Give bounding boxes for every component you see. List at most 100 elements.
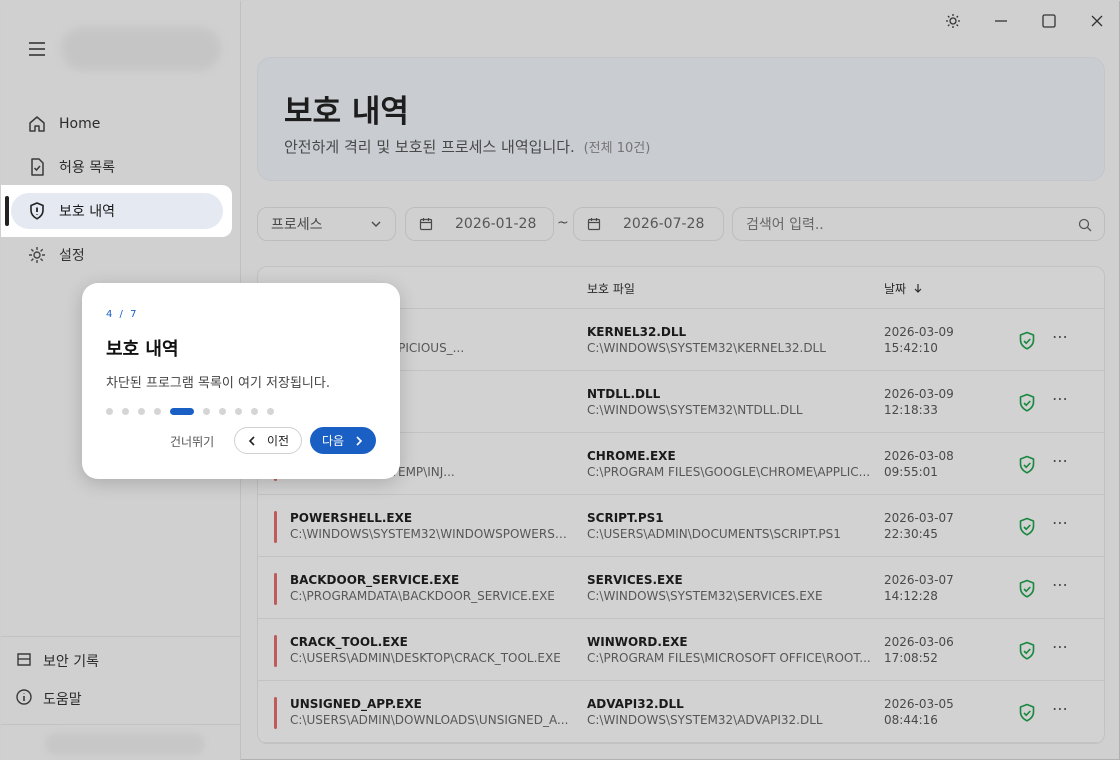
calendar-icon [419,218,433,231]
page-subtitle-text: 안전하게 격리 및 보호된 프로세스 내역입니다. [284,138,575,156]
sidebar-item-home[interactable]: Home [11,106,223,142]
more-options-icon[interactable]: ⋯ [1052,513,1069,532]
sun-icon [946,14,960,28]
type-select-value: 프로세스 [271,217,323,233]
protected-file-path: C:\PROGRAM FILES\GOOGLE\CHROME\APPLIC... [587,465,871,479]
shield-check-icon [1019,579,1035,598]
tour-progress-dots [106,407,283,415]
page-subtitle: 안전하게 격리 및 보호된 프로세스 내역입니다. (전체 10건) [284,136,650,157]
process-name: CRACK_TOOL.EXE [290,635,408,649]
event-time: 12:18:33 [884,403,938,417]
sidebar-item-label: Home [59,116,101,132]
more-options-icon[interactable]: ⋯ [1052,327,1069,346]
home-icon [21,114,53,134]
table-row[interactable]: UNSIGNED_APP.EXE C:\USERS\ADMIN\DOWNLOADS… [258,681,1104,743]
date-range-separator: ~ [557,215,569,231]
filter-bar: 프로세스 2026-01-28 ~ 2026-07-28 검색어 입력.. [257,207,1105,241]
sidebar-item-label: 설정 [59,248,85,264]
event-time: 22:30:45 [884,527,938,541]
tour-next-button[interactable]: 다음 [310,427,376,454]
maximize-button[interactable] [1025,1,1073,41]
sidebar-divider [1,636,240,637]
file-check-icon [21,157,53,177]
sidebar-footer-help[interactable]: 도움말 [15,683,82,715]
titlebar [1,1,1119,41]
search-input[interactable]: 검색어 입력.. [732,207,1105,241]
calendar-icon [587,218,601,231]
shield-check-icon [1019,331,1035,350]
sidebar-user-blurred [45,733,205,755]
table-row[interactable]: POWERSHELL.EXE C:\WINDOWS\SYSTEM32\WINDOW… [258,495,1104,557]
more-options-icon[interactable]: ⋯ [1052,451,1069,470]
threat-indicator-bar [274,635,277,667]
more-options-icon[interactable]: ⋯ [1052,637,1069,656]
threat-indicator-bar [274,511,277,543]
page-header: 보호 내역 안전하게 격리 및 보호된 프로세스 내역입니다. (전체 10건) [257,57,1105,181]
event-time: 09:55:01 [884,465,938,479]
tour-progress-dot [251,407,258,415]
close-button[interactable] [1073,1,1120,41]
tour-progress-dot [235,407,242,415]
protected-file-path: C:\WINDOWS\SYSTEM32\SERVICES.EXE [587,589,823,603]
threat-indicator-bar [274,697,277,729]
sidebar-item-protection-history[interactable]: 보호 내역 [11,193,223,229]
table-row[interactable]: BACKDOOR_SERVICE.EXE C:\PROGRAMDATA\BACKD… [258,557,1104,619]
more-options-icon[interactable]: ⋯ [1052,699,1069,718]
event-date: 2026-03-09 [884,387,954,401]
event-date: 2026-03-07 [884,511,954,525]
minimize-button[interactable] [977,1,1025,41]
tour-progress-dot [267,407,274,415]
sidebar-item-settings[interactable]: 설정 [11,237,223,273]
column-header-file[interactable]: 보호 파일 [587,280,635,297]
tour-progress-dot [170,407,194,415]
shield-alert-icon [21,201,53,221]
gear-icon [21,245,53,265]
tour-prev-label: 이전 [266,434,290,448]
more-options-icon[interactable]: ⋯ [1052,575,1069,594]
total-count: (전체 10건) [583,141,651,156]
sidebar-item-allowlist[interactable]: 허용 목록 [11,149,223,185]
more-options-icon[interactable]: ⋯ [1052,389,1069,408]
event-date: 2026-03-09 [884,325,954,339]
date-to-field[interactable]: 2026-07-28 [573,207,724,241]
close-icon [1091,15,1103,27]
event-date: 2026-03-08 [884,449,954,463]
shield-check-icon [1019,517,1035,536]
search-placeholder: 검색어 입력.. [746,217,824,233]
protected-file-name: NTDLL.DLL [587,387,661,401]
tour-progress-dot [219,407,226,415]
page-title: 보호 내역 [284,94,409,130]
protected-file-path: C:\WINDOWS\SYSTEM32\NTDLL.DLL [587,403,803,417]
event-date: 2026-03-07 [884,573,954,587]
protected-file-name: SERVICES.EXE [587,573,683,587]
type-select[interactable]: 프로세스 [257,207,396,241]
date-to-value: 2026-07-28 [623,216,705,232]
process-path: C:\PROGRAMDATA\BACKDOOR_SERVICE.EXE [290,589,555,603]
tour-title: 보호 내역 [106,339,179,360]
hamburger-icon [29,42,45,56]
shield-check-icon [1019,455,1035,474]
tour-skip-button[interactable]: 건너뛰기 [170,433,214,450]
theme-toggle-button[interactable] [929,1,977,41]
process-name: POWERSHELL.EXE [290,511,413,525]
protected-file-name: ADVAPI32.DLL [587,697,684,711]
protected-file-name: WINWORD.EXE [587,635,688,649]
table-row[interactable]: CRACK_TOOL.EXE C:\USERS\ADMIN\DESKTOP\CRA… [258,619,1104,681]
column-header-date[interactable]: 날짜 [884,280,923,297]
shield-check-icon [1019,393,1035,412]
process-path: C:\USERS\ADMIN\DESKTOP\CRACK_TOOL.EXE [290,651,561,665]
protected-file-path: C:\PROGRAM FILES\MICROSOFT OFFICE\ROOT..… [587,651,871,665]
chevron-right-icon [356,435,363,446]
event-time: 14:12:28 [884,589,938,603]
column-header-date-label: 날짜 [884,282,907,296]
tour-prev-button[interactable]: 이전 [234,427,302,454]
tour-progress-dot [203,407,210,415]
event-time: 17:08:52 [884,651,938,665]
tour-popover: 4 / 7 보호 내역 차단된 프로그램 목록이 여기 저장됩니다. 건너뛰기 … [82,283,400,479]
date-from-field[interactable]: 2026-01-28 [405,207,554,241]
sidebar-footer-security-log[interactable]: 보안 기록 [15,645,99,677]
chevron-down-icon [371,221,381,227]
tour-next-label: 다음 [321,434,345,448]
tour-progress-dot [154,407,161,415]
sidebar-item-label: 보호 내역 [59,204,115,220]
